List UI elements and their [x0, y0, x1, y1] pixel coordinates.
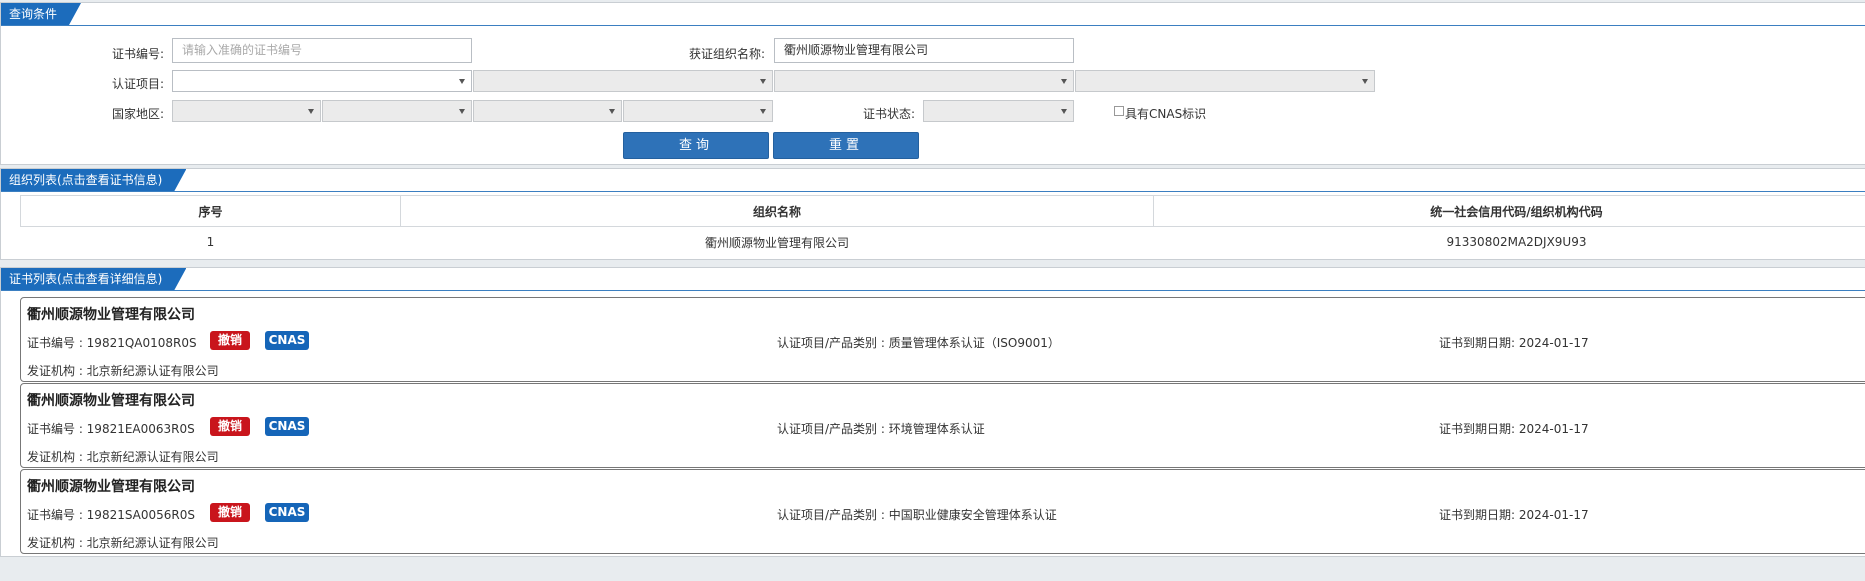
cert-panel-tab: 证书列表(点击查看详细信息)	[1, 268, 186, 290]
row-org-code: 91330802MA2DJX9U93	[1153, 226, 1865, 257]
cert-item-label: 认证项目:	[111, 77, 164, 91]
row-index: 1	[20, 226, 401, 257]
card-issuer: 发证机构 : 北京新纪源认证有限公司	[27, 364, 219, 378]
row-org-name[interactable]: 衢州顺源物业管理有限公司	[400, 226, 1154, 257]
region-label: 国家地区:	[111, 107, 164, 121]
cnas-badge: CNAS	[265, 417, 309, 436]
cert-no-input[interactable]: 请输入准确的证书编号	[172, 38, 472, 63]
chevron-down-icon	[459, 109, 465, 114]
query-panel-tab: 查询条件	[1, 3, 81, 25]
chevron-down-icon	[308, 109, 314, 114]
column-header-name: 组织名称	[400, 195, 1154, 227]
org-panel-tab: 组织列表(点击查看证书信息)	[1, 169, 186, 191]
org-table: 序号 组织名称 统一社会信用代码/组织机构代码 1 衢州顺源物业管理有限公司 9…	[20, 195, 1865, 257]
column-header-index: 序号	[20, 195, 401, 227]
chevron-down-icon	[760, 109, 766, 114]
status-select[interactable]	[923, 100, 1074, 122]
card-cert-no: 证书编号 : 19821SA0056R0S	[27, 508, 196, 522]
org-panel-header: 组织列表(点击查看证书信息)	[1, 169, 1865, 192]
chevron-down-icon	[459, 79, 465, 84]
card-cert-item: 认证项目/产品类别 : 质量管理体系认证（ISO9001）	[777, 336, 1060, 350]
chevron-down-icon	[1362, 79, 1368, 84]
cnas-checkbox[interactable]	[1114, 106, 1124, 116]
cert-item-select-1[interactable]	[172, 70, 472, 92]
card-expire-date: 证书到期日期: 2024-01-17	[1439, 422, 1589, 436]
chevron-down-icon	[760, 79, 766, 84]
cert-item-select-2[interactable]	[473, 70, 773, 92]
chevron-down-icon	[1061, 79, 1067, 84]
cert-item-select-3[interactable]	[774, 70, 1074, 92]
card-org-name: 衢州顺源物业管理有限公司	[27, 479, 195, 495]
region-select-3[interactable]	[473, 100, 622, 122]
card-cert-no: 证书编号 : 19821EA0063R0S	[27, 422, 195, 436]
org-name-label: 获证组织名称:	[688, 47, 765, 61]
card-org-name: 衢州顺源物业管理有限公司	[27, 393, 195, 409]
org-table-header: 序号 组织名称 统一社会信用代码/组织机构代码	[20, 195, 1865, 227]
column-header-code: 统一社会信用代码/组织机构代码	[1153, 195, 1865, 227]
chevron-down-icon	[609, 109, 615, 114]
status-label: 证书状态:	[862, 107, 915, 121]
status-badge: 撤销	[210, 417, 250, 436]
cert-card[interactable]: 衢州顺源物业管理有限公司 证书编号 : 19821SA0056R0S 撤销 CN…	[20, 469, 1865, 554]
cert-panel-header: 证书列表(点击查看详细信息)	[1, 268, 1865, 291]
card-expire-date: 证书到期日期: 2024-01-17	[1439, 336, 1589, 350]
query-button[interactable]: 查询	[623, 132, 769, 159]
query-panel: 查询条件 证书编号: 请输入准确的证书编号 获证组织名称: 衢州顺源物业管理有限…	[0, 2, 1865, 165]
query-panel-header: 查询条件	[1, 3, 1865, 26]
card-expire-date: 证书到期日期: 2024-01-17	[1439, 508, 1589, 522]
status-badge: 撤销	[210, 503, 250, 522]
reset-button[interactable]: 重置	[773, 132, 919, 159]
card-cert-no: 证书编号 : 19821QA0108R0S	[27, 336, 197, 350]
status-badge: 撤销	[210, 331, 250, 350]
region-select-2[interactable]	[322, 100, 472, 122]
card-issuer: 发证机构 : 北京新纪源认证有限公司	[27, 536, 219, 550]
card-cert-item: 认证项目/产品类别 : 环境管理体系认证	[777, 422, 985, 436]
card-issuer: 发证机构 : 北京新纪源认证有限公司	[27, 450, 219, 464]
cert-no-label: 证书编号:	[111, 47, 164, 61]
region-select-4[interactable]	[623, 100, 773, 122]
cnas-badge: CNAS	[265, 503, 309, 522]
cert-card[interactable]: 衢州顺源物业管理有限公司 证书编号 : 19821EA0063R0S 撤销 CN…	[20, 383, 1865, 468]
cnas-badge: CNAS	[265, 331, 309, 350]
org-name-input[interactable]: 衢州顺源物业管理有限公司	[774, 38, 1074, 63]
cert-item-select-4[interactable]	[1075, 70, 1375, 92]
cnas-checkbox-label: 具有CNAS标识	[1125, 107, 1207, 121]
region-select-1[interactable]	[172, 100, 321, 122]
table-row[interactable]: 1 衢州顺源物业管理有限公司 91330802MA2DJX9U93	[20, 226, 1865, 257]
cert-card[interactable]: 衢州顺源物业管理有限公司 证书编号 : 19821QA0108R0S 撤销 CN…	[20, 297, 1865, 382]
card-cert-item: 认证项目/产品类别 : 中国职业健康安全管理体系认证	[777, 508, 1057, 522]
card-org-name: 衢州顺源物业管理有限公司	[27, 307, 195, 323]
chevron-down-icon	[1061, 109, 1067, 114]
